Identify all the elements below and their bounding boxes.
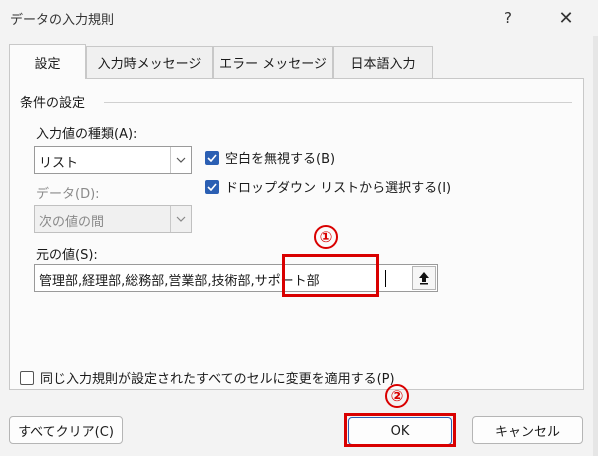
source-label: 元の値(S): xyxy=(36,248,98,263)
background-strip xyxy=(593,36,598,456)
ignore-blank-checkbox[interactable]: 空白を無視する(B) xyxy=(205,148,335,167)
apply-to-all-checkbox[interactable]: 同じ入力規則が設定されたすべてのセルに変更を適用する(P) xyxy=(20,368,395,387)
chevron-down-icon[interactable] xyxy=(170,147,191,173)
data-label: データ(D): xyxy=(36,187,100,202)
checkbox-checked-icon[interactable] xyxy=(205,150,219,165)
annotation-marker-2: ② xyxy=(385,384,409,408)
tab-error-message[interactable]: エラー メッセージ xyxy=(213,46,333,78)
ignore-blank-label: 空白を無視する(B) xyxy=(225,152,336,167)
in-cell-dropdown-checkbox[interactable]: ドロップダウン リストから選択する(I) xyxy=(205,177,451,196)
tab-japanese-input[interactable]: 日本語入力 xyxy=(333,46,433,78)
apply-to-all-label: 同じ入力規則が設定されたすべてのセルに変更を適用する(P) xyxy=(40,372,395,387)
cancel-button[interactable]: キャンセル xyxy=(472,416,583,444)
tab-input-message[interactable]: 入力時メッセージ xyxy=(86,46,213,78)
close-button[interactable]: ✕ xyxy=(544,4,588,32)
allow-select-value: リスト xyxy=(39,156,79,171)
help-button[interactable]: ? xyxy=(486,4,530,32)
annotation-box-ok xyxy=(344,413,456,447)
clear-all-button[interactable]: すべてクリア(C) xyxy=(9,416,123,444)
collapse-dialog-button[interactable] xyxy=(412,266,436,290)
data-select-value: 次の値の間 xyxy=(39,215,105,230)
dropdown-label: ドロップダウン リストから選択する(I) xyxy=(225,181,452,196)
chevron-down-icon xyxy=(170,206,191,232)
text-caret xyxy=(385,270,386,287)
tab-settings[interactable]: 設定 xyxy=(9,44,86,79)
allow-label: 入力値の種類(A): xyxy=(36,127,138,142)
source-input-value: 管理部,経理部,総務部,営業部,技術部,サポート部 xyxy=(39,274,320,289)
data-select: 次の値の間 xyxy=(34,205,192,233)
group-divider xyxy=(104,102,572,103)
title-bar: データの入力規則 ? ✕ xyxy=(0,0,598,36)
annotation-box-source xyxy=(282,254,379,297)
help-icon: ? xyxy=(504,9,512,27)
group-label-criteria: 条件の設定 xyxy=(20,96,86,111)
checkbox-unchecked-icon[interactable] xyxy=(20,370,34,385)
window-title: データの入力規則 xyxy=(10,13,115,28)
arrow-up-icon xyxy=(419,272,429,285)
allow-select[interactable]: リスト xyxy=(34,146,192,174)
close-icon: ✕ xyxy=(558,7,574,29)
annotation-marker-1: ① xyxy=(314,225,338,249)
checkbox-checked-icon[interactable] xyxy=(205,179,219,194)
